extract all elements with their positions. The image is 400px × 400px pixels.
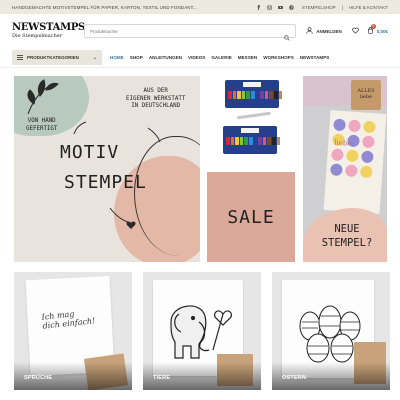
social-links	[256, 4, 294, 10]
hero-note-left-line2: GEFERTIGT	[26, 125, 58, 132]
main-nav: PRODUKTKATEGORIEN ⌄ HOME SHOP ANLEITUNGE…	[0, 48, 400, 68]
youtube-icon[interactable]	[277, 5, 283, 10]
hero-note-left-line1: VON HAND	[27, 118, 56, 124]
nav-item-newstamps[interactable]: NEWSTAMPS	[300, 55, 330, 60]
sale-label: SALE	[227, 206, 275, 228]
login-button[interactable]: ANMELDEN	[306, 27, 342, 35]
hero-note-right-line2: EIGENEN WERKSTATT	[126, 95, 186, 102]
card-script: liebe	[334, 138, 352, 148]
category-label: SPRÜCHE	[24, 375, 53, 381]
category-label-bar: SPRÜCHE	[14, 362, 132, 390]
box-label	[243, 82, 261, 87]
instagram-icon[interactable]	[267, 4, 272, 10]
nav-item-galerie[interactable]: GALERIE	[211, 55, 231, 60]
cart-button[interactable]: 0 0,00€	[367, 24, 388, 35]
smiley-card: liebe	[323, 110, 387, 214]
search-icon[interactable]	[284, 28, 290, 41]
search-input[interactable]	[90, 28, 285, 34]
paint-pans	[228, 91, 283, 99]
wooden-stamp: ALLES liebe	[351, 80, 381, 110]
product-categories-button[interactable]: PRODUKTKATEGORIEN ⌄	[12, 50, 102, 65]
wishlist-heart-icon[interactable]	[351, 27, 359, 35]
search-bar	[84, 24, 297, 41]
logo-subtitle: Die Stempelmacher	[12, 33, 63, 39]
hero-note-right-line1: AUS DER	[143, 88, 168, 94]
stamp-text-line2: liebe	[359, 94, 373, 100]
nav-item-shop[interactable]: SHOP	[130, 55, 143, 60]
category-label: OSTERN	[282, 375, 307, 381]
categories-label: PRODUKTKATEGORIEN	[27, 55, 79, 60]
elephant-illustration	[170, 305, 232, 359]
pinterest-icon[interactable]	[289, 4, 294, 10]
menu-icon	[17, 54, 23, 61]
hero-note-right: AUS DER EIGENEN WERKSTATT IN DEUTSCHLAND	[126, 88, 185, 111]
watercolor-box-top	[225, 80, 283, 108]
category-label-bar: OSTERN	[272, 362, 390, 390]
top-bar: HANDGEMACHTE MOTIVSTEMPEL FÜR PAPIER, KA…	[0, 0, 400, 14]
help-contact-link[interactable]: HILFE & KONTAKT	[349, 5, 388, 10]
divider: |	[341, 4, 343, 10]
category-label-bar: TIERE	[143, 362, 261, 390]
nav-item-workshops[interactable]: WORKSHOPS	[263, 55, 294, 60]
smiley-faces	[330, 118, 376, 179]
new-stamps-line1: NEUE	[334, 223, 360, 235]
hero-note-left: VON HAND GEFERTIGT	[26, 118, 57, 133]
nav-item-home[interactable]: HOME	[110, 55, 124, 60]
nav-menu: HOME SHOP ANLEITUNGEN VIDEOS GALERIE MES…	[110, 55, 329, 60]
hero-title-line1: MOTIV	[60, 142, 120, 163]
category-card-tiere[interactable]: TIERE	[143, 272, 261, 390]
login-label: ANMELDEN	[316, 28, 342, 34]
hero-note-right-line3: IN DEUTSCHLAND	[131, 103, 181, 110]
new-stamps-tile[interactable]: ALLES liebe liebe NEUE STEMPEL?	[303, 76, 387, 262]
chevron-down-icon: ⌄	[92, 54, 97, 61]
sale-tile[interactable]: SALE	[207, 172, 295, 262]
user-icon	[306, 27, 313, 35]
nav-item-anleitungen[interactable]: ANLEITUNGEN	[149, 55, 182, 60]
watercolor-box-bottom	[223, 126, 281, 154]
category-card-ostern[interactable]: OSTERN	[272, 272, 390, 390]
stempelshop-link[interactable]: STEMPELSHOP	[302, 5, 336, 10]
category-label: TIERE	[153, 375, 171, 381]
facebook-icon[interactable]	[256, 4, 261, 10]
cart-count-badge: 0	[370, 24, 376, 29]
hero-title-line2: STEMPEL	[64, 172, 147, 193]
logo-title: NEWSTAMPS	[12, 22, 85, 33]
cart-total: 0,00€	[376, 28, 388, 34]
category-card-sprueche[interactable]: Ich mag dich einfach! SPRÜCHE	[14, 272, 132, 390]
site-header: NEWSTAMPS Die Stempelmacher ANMELDEN 0 0…	[0, 14, 400, 48]
nav-item-videos[interactable]: VIDEOS	[188, 55, 205, 60]
promo-text: HANDGEMACHTE MOTIVSTEMPEL FÜR PAPIER, KA…	[12, 4, 198, 10]
new-stamps-text: NEUE STEMPEL?	[307, 222, 387, 250]
nav-item-messen[interactable]: MESSEN	[238, 55, 257, 60]
watercolor-product-tile[interactable]	[207, 76, 295, 168]
new-stamps-line2: STEMPEL?	[321, 237, 373, 250]
hero-banner[interactable]: VON HAND GEFERTIGT AUS DER EIGENEN WERKS…	[14, 76, 200, 262]
paint-pans	[226, 137, 281, 145]
logo[interactable]: NEWSTAMPS Die Stempelmacher	[12, 22, 85, 39]
brush	[236, 111, 272, 120]
box-label	[241, 128, 259, 133]
